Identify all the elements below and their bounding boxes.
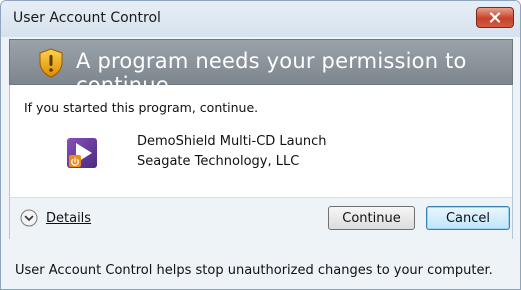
footer-text: User Account Control helps stop unauthor… (15, 263, 493, 278)
program-publisher: Seagate Technology, LLC (137, 154, 300, 169)
uac-dialog: User Account Control A program needs you… (0, 0, 521, 290)
title-bar: User Account Control (1, 1, 520, 37)
program-name: DemoShield Multi-CD Launch (137, 134, 327, 149)
app-icon (67, 138, 97, 168)
details-toggle[interactable]: Details (20, 209, 91, 227)
intro-text: If you started this program, continue. (24, 100, 259, 115)
shield-warning-icon (39, 48, 63, 78)
chevron-down-icon[interactable] (20, 209, 38, 227)
content-panel: If you started this program, continue. D… (9, 85, 513, 197)
footer: User Account Control helps stop unauthor… (1, 239, 520, 289)
cancel-button[interactable]: Cancel (426, 206, 510, 230)
close-icon (489, 12, 501, 23)
continue-button[interactable]: Continue (328, 206, 415, 230)
close-button[interactable] (476, 7, 514, 28)
action-bar: Details Continue Cancel (9, 197, 513, 239)
window-title: User Account Control (13, 10, 161, 26)
details-label[interactable]: Details (46, 211, 91, 226)
warning-banner: A program needs your permission to conti… (9, 39, 513, 97)
